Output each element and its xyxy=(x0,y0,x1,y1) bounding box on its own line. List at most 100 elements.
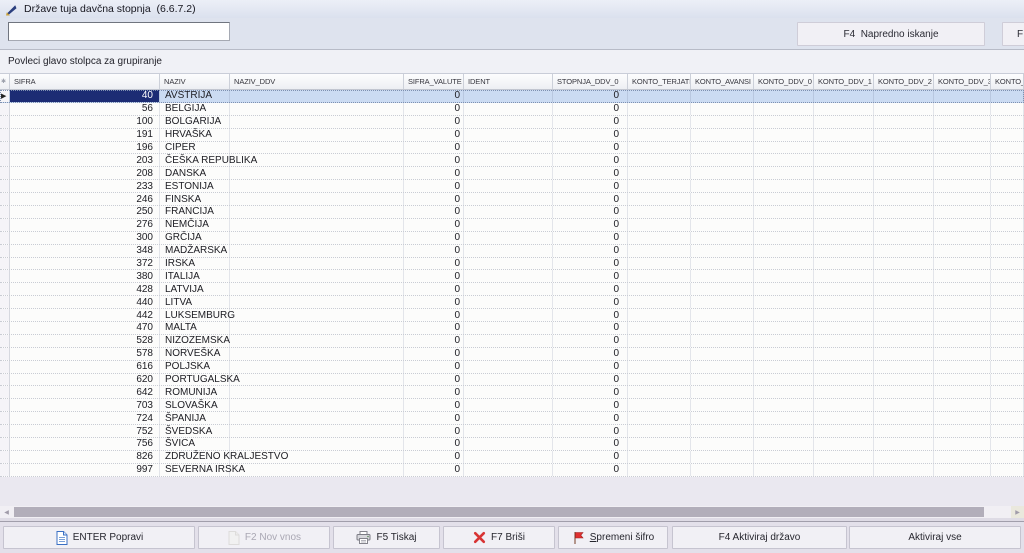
cell-empty[interactable] xyxy=(628,270,691,282)
cell-empty[interactable] xyxy=(814,348,874,360)
cell-naziv[interactable]: LATVIJA xyxy=(160,283,230,295)
cell-empty[interactable] xyxy=(754,129,814,141)
cell-sifra[interactable]: 440 xyxy=(10,296,160,308)
cell-empty[interactable] xyxy=(464,142,553,154)
cell-empty[interactable] xyxy=(230,296,404,308)
group-by-panel[interactable]: Povleci glavo stolpca za grupiranje xyxy=(0,50,1024,74)
cell-empty[interactable] xyxy=(934,167,991,179)
cell-empty[interactable] xyxy=(754,464,814,476)
table-row[interactable]: 442LUKSEMBURG00 xyxy=(0,309,1024,322)
cell-empty[interactable] xyxy=(628,425,691,437)
table-row[interactable]: ▶40AVSTRIJA00 xyxy=(0,90,1024,103)
cell-empty[interactable] xyxy=(628,193,691,205)
cell-empty[interactable] xyxy=(934,335,991,347)
column-header-konto_ddv_3[interactable]: KONTO_DDV_3 xyxy=(934,74,991,89)
cell-empty[interactable] xyxy=(874,103,934,115)
column-header-sifra[interactable]: SIFRA xyxy=(10,74,160,89)
cell-sifra[interactable]: 196 xyxy=(10,142,160,154)
cell-empty[interactable] xyxy=(754,451,814,463)
cell-empty[interactable] xyxy=(874,193,934,205)
cell-empty[interactable] xyxy=(754,425,814,437)
cell-empty[interactable] xyxy=(934,206,991,218)
table-row[interactable]: 208DANSKA00 xyxy=(0,167,1024,180)
cell-stopnja-ddv-0[interactable]: 0 xyxy=(553,245,628,257)
cell-empty[interactable] xyxy=(230,180,404,192)
cell-empty[interactable] xyxy=(464,451,553,463)
cell-empty[interactable] xyxy=(754,412,814,424)
cell-empty[interactable] xyxy=(814,90,874,102)
cell-empty[interactable] xyxy=(934,129,991,141)
row-indicator[interactable] xyxy=(0,438,10,450)
cell-empty[interactable] xyxy=(691,361,754,373)
cell-empty[interactable] xyxy=(754,335,814,347)
cell-empty[interactable] xyxy=(628,258,691,270)
cell-stopnja-ddv-0[interactable]: 0 xyxy=(553,386,628,398)
cell-empty[interactable] xyxy=(874,322,934,334)
cell-stopnja-ddv-0[interactable]: 0 xyxy=(553,361,628,373)
cell-empty[interactable] xyxy=(874,335,934,347)
column-header-konto_terjatev[interactable]: KONTO_TERJATEV xyxy=(628,74,691,89)
cell-empty[interactable] xyxy=(230,438,404,450)
cell-stopnja-ddv-0[interactable]: 0 xyxy=(553,309,628,321)
cell-empty[interactable] xyxy=(934,245,991,257)
row-indicator[interactable] xyxy=(0,232,10,244)
table-row[interactable]: 428LATVIJA00 xyxy=(0,283,1024,296)
cell-empty[interactable] xyxy=(991,90,1024,102)
row-indicator[interactable] xyxy=(0,206,10,218)
cell-empty[interactable] xyxy=(691,348,754,360)
cell-empty[interactable] xyxy=(991,412,1024,424)
table-row[interactable]: 100BOLGARIJA00 xyxy=(0,116,1024,129)
cell-empty[interactable] xyxy=(754,361,814,373)
cell-empty[interactable] xyxy=(230,464,404,476)
cell-stopnja-ddv-0[interactable]: 0 xyxy=(553,142,628,154)
cell-empty[interactable] xyxy=(754,193,814,205)
aktiviraj-vse-button[interactable]: Aktiviraj vse xyxy=(849,526,1021,549)
cell-empty[interactable] xyxy=(754,180,814,192)
cell-sifra-valute[interactable]: 0 xyxy=(404,464,464,476)
table-row[interactable]: 752ŠVEDSKA00 xyxy=(0,425,1024,438)
cell-empty[interactable] xyxy=(814,464,874,476)
cell-empty[interactable] xyxy=(991,129,1024,141)
cell-empty[interactable] xyxy=(991,464,1024,476)
cell-empty[interactable] xyxy=(230,425,404,437)
cell-empty[interactable] xyxy=(230,348,404,360)
cell-empty[interactable] xyxy=(628,142,691,154)
cell-empty[interactable] xyxy=(991,309,1024,321)
row-indicator[interactable] xyxy=(0,335,10,347)
scroll-left-icon[interactable]: ◀ xyxy=(0,506,13,518)
cell-empty[interactable] xyxy=(934,258,991,270)
cell-empty[interactable] xyxy=(874,309,934,321)
cell-empty[interactable] xyxy=(991,451,1024,463)
cell-sifra-valute[interactable]: 0 xyxy=(404,90,464,102)
cell-empty[interactable] xyxy=(691,167,754,179)
cell-empty[interactable] xyxy=(814,167,874,179)
table-row[interactable]: 616POLJSKA00 xyxy=(0,361,1024,374)
cell-empty[interactable] xyxy=(464,386,553,398)
cell-empty[interactable] xyxy=(691,464,754,476)
cell-empty[interactable] xyxy=(874,180,934,192)
cell-stopnja-ddv-0[interactable]: 0 xyxy=(553,322,628,334)
cell-sifra[interactable]: 442 xyxy=(10,309,160,321)
table-row[interactable]: 470MALTA00 xyxy=(0,322,1024,335)
column-header-konto_ddv_2[interactable]: KONTO_DDV_2 xyxy=(874,74,934,89)
cell-stopnja-ddv-0[interactable]: 0 xyxy=(553,348,628,360)
cell-empty[interactable] xyxy=(874,348,934,360)
cell-empty[interactable] xyxy=(230,335,404,347)
cell-sifra[interactable]: 203 xyxy=(10,154,160,166)
cell-empty[interactable] xyxy=(874,283,934,295)
cell-empty[interactable] xyxy=(754,386,814,398)
cell-stopnja-ddv-0[interactable]: 0 xyxy=(553,438,628,450)
cell-empty[interactable] xyxy=(464,335,553,347)
cell-empty[interactable] xyxy=(991,386,1024,398)
cell-stopnja-ddv-0[interactable]: 0 xyxy=(553,90,628,102)
cell-empty[interactable] xyxy=(754,438,814,450)
cell-empty[interactable] xyxy=(230,283,404,295)
row-indicator[interactable] xyxy=(0,322,10,334)
cell-empty[interactable] xyxy=(754,154,814,166)
cell-empty[interactable] xyxy=(628,438,691,450)
column-header-sifra_valute[interactable]: SIFRA_VALUTE xyxy=(404,74,464,89)
cell-empty[interactable] xyxy=(230,193,404,205)
cell-stopnja-ddv-0[interactable]: 0 xyxy=(553,206,628,218)
cell-empty[interactable] xyxy=(464,154,553,166)
cell-empty[interactable] xyxy=(991,116,1024,128)
